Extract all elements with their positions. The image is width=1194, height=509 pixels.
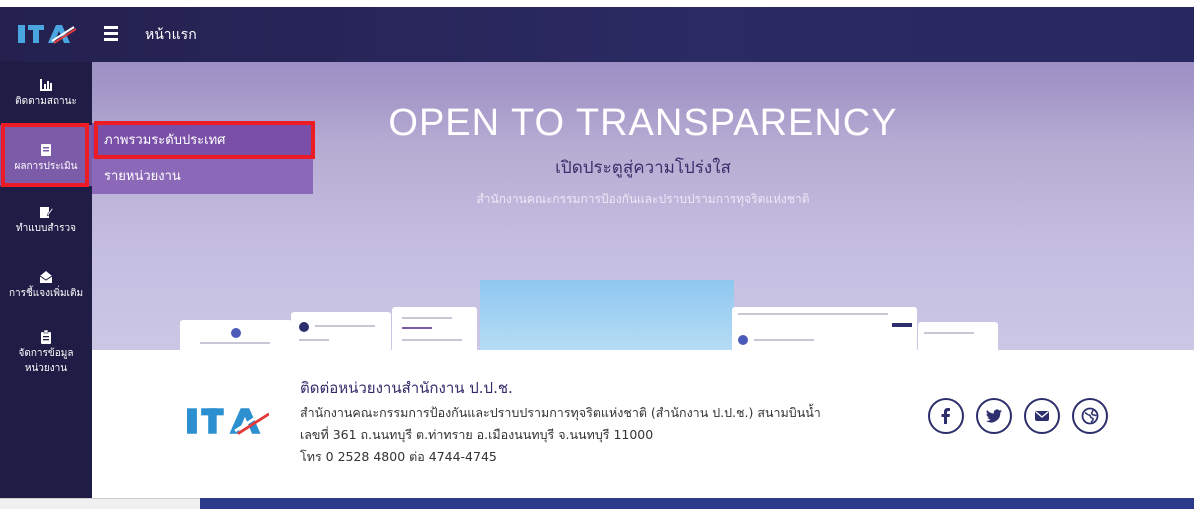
browser-top-strip <box>0 0 1194 7</box>
website-icon <box>1081 407 1099 425</box>
twitter-button[interactable] <box>976 398 1012 434</box>
hero-banner: OPEN TO TRANSPARENCY เปิดประตูสู่ความโปร… <box>92 62 1194 350</box>
mockup-card <box>291 312 391 350</box>
footer-bar <box>92 498 1194 509</box>
contact-title: ติดต่อหน่วยงานสำนักงาน ป.ป.ช. <box>300 379 513 397</box>
sidebar-item-status[interactable]: ติดตามสถานะ <box>0 78 92 109</box>
browser-status-url <box>0 498 200 509</box>
submenu-item-by-agency[interactable]: รายหน่วยงาน <box>92 159 313 194</box>
website-button[interactable] <box>1072 398 1108 434</box>
mockup-card <box>392 307 477 350</box>
page-title: หน้าแรก <box>145 27 197 43</box>
chart-icon <box>40 79 52 91</box>
sidebar-item-label: จัดการข้อมูล <box>18 348 74 359</box>
sidebar-item-clarification[interactable]: การชี้แจงเพิ่มเติม <box>0 270 92 301</box>
contact-section: ติดต่อหน่วยงานสำนักงาน ป.ป.ช. สำนักงานคณ… <box>92 350 1194 500</box>
ita-logo[interactable] <box>18 21 76 47</box>
mockup-image <box>480 280 734 350</box>
email-button[interactable] <box>1024 398 1060 434</box>
ita-footer-logo <box>187 408 269 435</box>
sidebar-item-label: ติดตามสถานะ <box>15 96 77 107</box>
mockup-card <box>180 320 292 350</box>
sidebar-item-survey[interactable]: ทำแบบสำรวจ <box>0 205 92 236</box>
menu-toggle-icon[interactable] <box>104 23 124 45</box>
contact-address-line1: สำนักงานคณะกรรมการป้องกันและปราบปรามการท… <box>300 405 821 420</box>
email-icon <box>1035 411 1049 421</box>
mockup-card <box>732 307 917 350</box>
highlight-box-submenu <box>94 121 315 159</box>
twitter-icon <box>986 409 1002 423</box>
contact-address-line2: เลขที่ 361 ถ.นนทบุรี ต.ท่าทราย อ.เมืองนน… <box>300 427 654 442</box>
mail-open-icon <box>39 271 53 283</box>
contact-phone: โทร 0 2528 4800 ต่อ 4744-4745 <box>300 449 497 464</box>
sidebar-item-label: การชี้แจงเพิ่มเติม <box>8 288 84 299</box>
sidebar-item-manage-data[interactable]: จัดการข้อมูล หน่วยงาน <box>0 330 92 376</box>
clipboard-icon <box>41 330 51 344</box>
mockup-card <box>918 322 998 350</box>
facebook-icon <box>941 408 950 424</box>
sidebar-item-label: ทำแบบสำรวจ <box>16 223 76 234</box>
highlight-box-sidebar <box>1 123 89 187</box>
sidebar-item-label-line2: หน่วยงาน <box>24 363 68 374</box>
top-navbar: หน้าแรก <box>0 7 1194 62</box>
edit-icon <box>40 207 53 218</box>
facebook-button[interactable] <box>928 398 964 434</box>
